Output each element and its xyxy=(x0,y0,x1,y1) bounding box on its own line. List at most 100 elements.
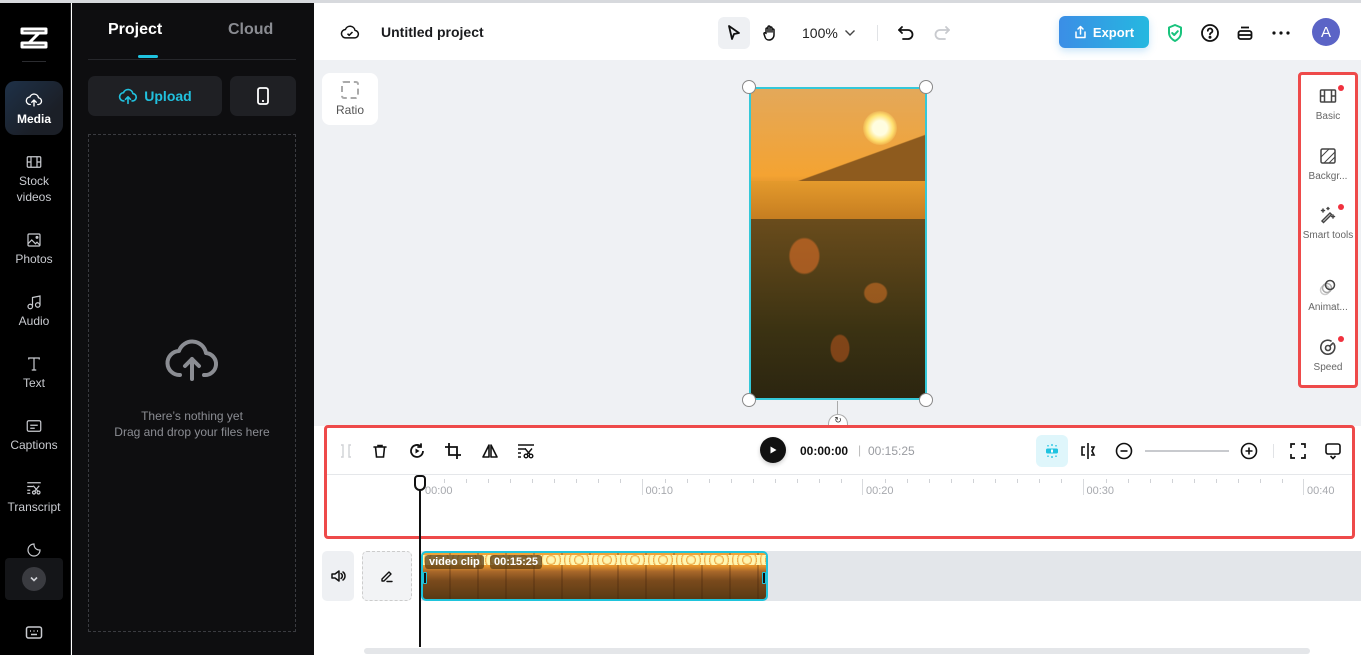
panel-item-label: Basic xyxy=(1315,111,1341,122)
ratio-button[interactable]: Ratio xyxy=(322,73,378,125)
rail-item-media[interactable]: Media xyxy=(5,81,63,135)
crop-button[interactable] xyxy=(442,440,464,462)
redo-icon xyxy=(934,26,950,40)
ruler-major-tick xyxy=(641,479,643,495)
layers-menu-button[interactable] xyxy=(1229,17,1261,49)
ruler-minor-tick xyxy=(1149,479,1151,483)
rail-item-label: Photos xyxy=(15,252,53,266)
upload-button[interactable]: Upload xyxy=(88,76,222,116)
help-button[interactable] xyxy=(1194,17,1226,49)
redo-button[interactable] xyxy=(926,17,958,49)
chevron-down-icon xyxy=(844,30,855,36)
video-preview[interactable] xyxy=(749,87,927,400)
timeline-zoom-slider[interactable] xyxy=(1145,450,1229,452)
ruler-minor-tick xyxy=(796,479,798,483)
split-button[interactable] xyxy=(335,440,357,462)
notification-dot xyxy=(1338,85,1344,91)
rail-item-photos[interactable]: Photos xyxy=(5,231,63,267)
undo-button[interactable] xyxy=(890,17,922,49)
export-label: Export xyxy=(1092,24,1135,40)
panel-item-smart-tools[interactable]: Smart tools xyxy=(1301,204,1355,242)
logo-divider xyxy=(22,61,46,62)
rail-item-audio[interactable]: Audio xyxy=(5,293,63,329)
video-clip[interactable]: video clip 00:15:25 xyxy=(421,551,768,601)
ruler-minor-tick xyxy=(1193,479,1195,483)
hand-tool-button[interactable] xyxy=(754,17,786,49)
panel-item-animation[interactable]: Animat... xyxy=(1301,278,1355,314)
total-duration: 00:15:25 xyxy=(868,444,915,458)
playhead-line[interactable] xyxy=(419,489,421,647)
rail-item-stock-videos[interactable]: Stock videos xyxy=(5,153,63,205)
delete-button[interactable] xyxy=(369,440,391,462)
replay-circle-icon xyxy=(410,443,424,458)
rail-item-label: Text xyxy=(22,376,45,390)
ruler-label: 00:30 xyxy=(1086,485,1115,497)
panel-item-speed[interactable]: Speed xyxy=(1301,336,1355,374)
panel-item-label: Backgr... xyxy=(1308,171,1348,182)
stack-layers-icon xyxy=(1237,26,1253,40)
project-title[interactable]: Untitled project xyxy=(381,24,484,40)
security-shield-button[interactable] xyxy=(1159,17,1191,49)
split-align-button[interactable] xyxy=(1077,440,1099,462)
keyboard-shortcuts-button[interactable] xyxy=(25,625,43,641)
panel-item-label: Speed xyxy=(1313,362,1343,373)
cloud-upload-icon xyxy=(25,93,43,107)
tab-project[interactable]: Project xyxy=(108,21,162,39)
mute-track-button[interactable] xyxy=(322,551,354,601)
resize-handle-top-right[interactable] xyxy=(919,80,933,94)
ruler-minor-tick xyxy=(532,479,534,483)
rail-item-transcript[interactable]: Transcript xyxy=(5,479,63,515)
ruler-label: 00:10 xyxy=(645,485,674,497)
properties-panel: Basic Backgr... Smart tools Animat... Sp… xyxy=(1298,72,1358,388)
ruler-minor-tick xyxy=(598,479,600,483)
tab-cloud[interactable]: Cloud xyxy=(228,21,273,39)
transcript-scissors-icon xyxy=(27,482,41,495)
play-button[interactable] xyxy=(760,437,786,463)
user-avatar[interactable]: A xyxy=(1312,18,1340,46)
remove-filler-button[interactable] xyxy=(515,440,537,462)
hand-icon xyxy=(763,25,775,41)
pointer-arrow-icon xyxy=(728,25,740,40)
edit-cover-button[interactable] xyxy=(362,551,412,601)
timeline-horizontal-scrollbar[interactable] xyxy=(364,648,1310,654)
ratio-label: Ratio xyxy=(335,103,364,117)
cloud-upload-icon xyxy=(119,88,138,105)
panel-item-background[interactable]: Backgr... xyxy=(1301,147,1355,183)
zoom-in-button[interactable] xyxy=(1238,440,1260,462)
preview-display-button[interactable] xyxy=(1322,440,1344,462)
rail-item-captions[interactable]: Captions xyxy=(5,417,63,453)
upload-from-phone-button[interactable] xyxy=(230,76,296,116)
flip-horizontal-icon xyxy=(482,444,498,458)
panel-item-label: Animat... xyxy=(1308,302,1348,313)
more-options-button[interactable] xyxy=(1265,17,1297,49)
flip-button[interactable] xyxy=(479,440,501,462)
zoom-dropdown[interactable]: 100% xyxy=(802,25,856,41)
media-dropzone[interactable]: There’s nothing yet Drag and drop your f… xyxy=(88,134,296,632)
resize-handle-bottom-right[interactable] xyxy=(919,393,933,407)
preview-hill xyxy=(751,129,925,189)
fullscreen-button[interactable] xyxy=(1287,440,1309,462)
auto-snap-toggle[interactable] xyxy=(1036,435,1068,467)
resize-handle-top-left[interactable] xyxy=(742,80,756,94)
timeline-ruler[interactable]: 00:00 00:10 00:20 00:30 00:40 xyxy=(327,476,1352,500)
export-button[interactable]: Export xyxy=(1059,16,1149,48)
rail-item-text[interactable]: Text xyxy=(5,355,63,391)
film-icon xyxy=(26,156,42,168)
zoom-out-button[interactable] xyxy=(1113,440,1135,462)
replay-button[interactable] xyxy=(406,440,428,462)
preview-sun xyxy=(863,111,897,145)
select-tool-button[interactable] xyxy=(718,17,750,49)
notification-dot xyxy=(1338,336,1344,342)
rail-more-button[interactable] xyxy=(5,558,63,600)
current-time: 00:00:00 xyxy=(800,444,849,458)
rail-item-label: Audio xyxy=(18,314,50,328)
clip-trim-start-handle[interactable] xyxy=(423,572,427,584)
panel-item-basic[interactable]: Basic xyxy=(1301,85,1355,123)
resize-handle-bottom-left[interactable] xyxy=(742,393,756,407)
active-tab-indicator xyxy=(138,55,158,58)
ruler-minor-tick xyxy=(752,479,754,483)
ruler-minor-tick xyxy=(840,479,842,483)
sticker-icon xyxy=(27,543,41,557)
clip-trim-end-handle[interactable] xyxy=(762,572,766,584)
speaker-icon xyxy=(331,570,346,582)
